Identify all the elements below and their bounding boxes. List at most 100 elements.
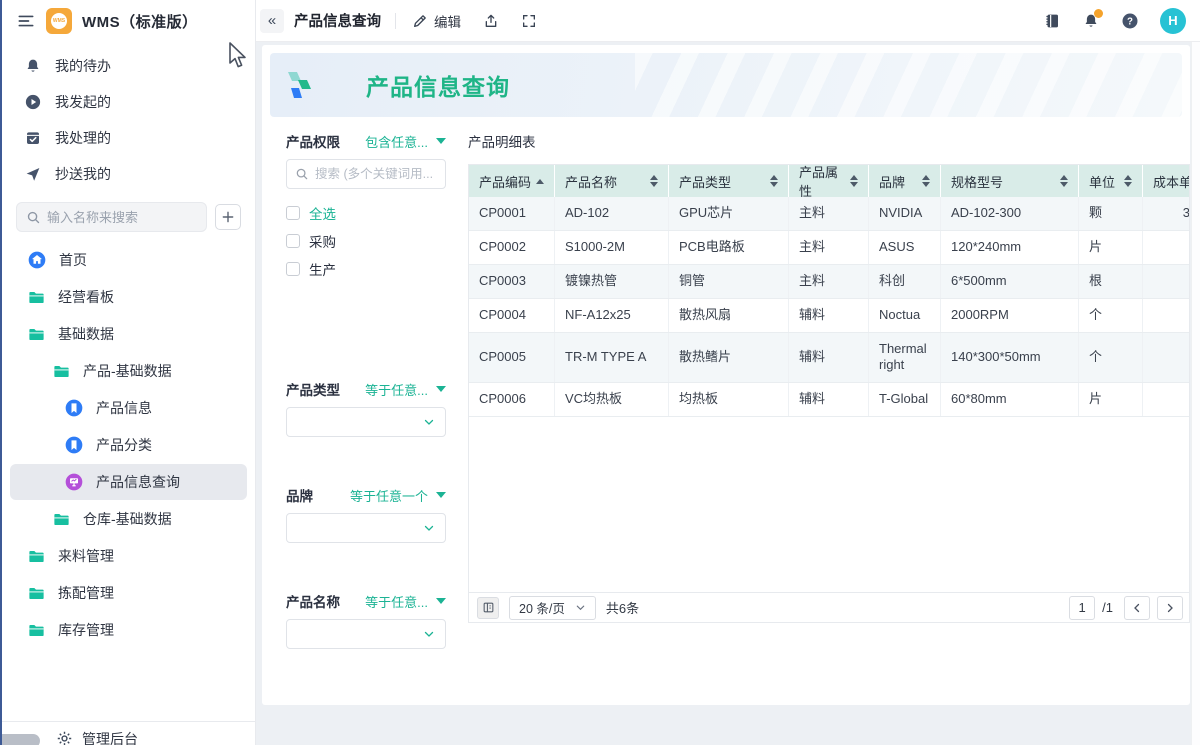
caret-down-icon	[436, 598, 446, 604]
prev-page-button[interactable]	[1124, 595, 1150, 620]
sidebar-workflow-item-1[interactable]: 我发起的	[2, 84, 255, 120]
filter-select[interactable]	[286, 407, 446, 437]
filter-operator-dropdown[interactable]: 等于任意...	[365, 592, 446, 611]
sidebar-nav-item-6[interactable]: 产品信息查询	[10, 464, 247, 500]
table-row-2[interactable]: CP0003 镀镍热管 铜管 主料 科创 6*500mm 根	[469, 264, 1189, 299]
next-page-button[interactable]	[1157, 595, 1183, 620]
workflow-list: 我的待办我发起的我处理的抄送我的	[2, 42, 255, 194]
chevron-down-icon	[423, 522, 435, 534]
checkbox[interactable]	[286, 262, 300, 276]
checkbox[interactable]	[286, 234, 300, 248]
avatar[interactable]: H	[1160, 7, 1186, 34]
nav-item-label: 产品信息	[96, 400, 152, 416]
sidebar-nav-item-3[interactable]: 产品-基础数据	[10, 353, 247, 389]
filter-section-3: 产品名称 等于任意...	[286, 591, 446, 649]
caret-down-icon	[436, 138, 446, 144]
fullscreen-button[interactable]	[521, 13, 537, 29]
filter-select[interactable]	[286, 619, 446, 649]
table-cell: 片	[1079, 230, 1143, 264]
edit-button[interactable]: 编辑	[412, 11, 461, 31]
sort-icon[interactable]	[1124, 175, 1132, 187]
column-settings-button[interactable]	[477, 596, 499, 619]
sidebar-nav-item-9[interactable]: 拣配管理	[10, 575, 247, 611]
sidebar-footer[interactable]: 管理后台	[2, 721, 255, 745]
table-cell: 片	[1079, 383, 1143, 417]
column-header-7[interactable]: 成本单价	[1143, 165, 1189, 197]
sidebar-nav-item-1[interactable]: 经营看板	[10, 279, 247, 315]
filter-search-input[interactable]	[315, 167, 437, 181]
workflow-item-label: 抄送我的	[55, 166, 111, 182]
table-row-4[interactable]: CP0005 TR-M TYPE A 散热鳍片 辅料 Thermalright 140*3…	[469, 332, 1189, 384]
scrollbar-track[interactable]	[1191, 42, 1200, 745]
filter-select[interactable]	[286, 513, 446, 543]
table-cell	[1143, 265, 1189, 298]
column-header-0[interactable]: 产品编码	[469, 165, 555, 197]
sidebar-workflow-item-3[interactable]: 抄送我的	[2, 156, 255, 192]
sort-icon[interactable]	[1060, 175, 1068, 187]
sidebar-nav-item-4[interactable]: 产品信息	[10, 390, 247, 426]
sidebar-nav-item-2[interactable]: 基础数据	[10, 316, 247, 352]
search-icon	[295, 167, 309, 181]
table-row-5[interactable]: CP0006 VC均热板 均热板 辅料 T-Global 60*80mm 片	[469, 383, 1189, 418]
expand-icon	[521, 13, 537, 29]
table-cell: 根	[1079, 264, 1143, 298]
filter-search-box[interactable]	[286, 159, 446, 189]
filter-head: 品牌 等于任意一个	[286, 485, 446, 505]
column-header-1[interactable]: 产品名称	[555, 165, 669, 197]
help-icon[interactable]: ?	[1121, 12, 1139, 30]
workflow-item-label: 我发起的	[55, 94, 111, 110]
notification-button[interactable]	[1082, 8, 1103, 30]
table-row-3[interactable]: CP0004 NF-A12x25 散热风扇 辅料 Noctua 2000RPM 个	[469, 298, 1189, 333]
sort-icon[interactable]	[770, 175, 778, 187]
sort-icon[interactable]	[650, 175, 658, 187]
filter-operator-dropdown[interactable]: 等于任意...	[365, 380, 446, 399]
checkbox[interactable]	[286, 206, 300, 220]
folder-icon	[27, 288, 46, 307]
checkbox-option-0[interactable]: 全选	[286, 199, 446, 227]
sidebar-workflow-item-0[interactable]: 我的待办	[2, 48, 255, 84]
column-header-2[interactable]: 产品类型	[669, 165, 789, 197]
filter-label: 产品类型	[286, 383, 340, 398]
column-header-3[interactable]: 产品属性	[789, 165, 869, 199]
app-logo-icon: WMS	[46, 8, 72, 34]
table-row-1[interactable]: CP0002 S1000-2M PCB电路板 主料 ASUS 120*240mm 片	[469, 230, 1189, 265]
add-button[interactable]	[215, 204, 241, 230]
sidebar-nav-item-8[interactable]: 来料管理	[10, 538, 247, 574]
checkbox-option-1[interactable]: 采购	[286, 227, 446, 255]
sort-icon[interactable]	[850, 175, 858, 187]
sidebar-search-input[interactable]	[47, 209, 197, 225]
filter-operator-dropdown[interactable]: 包含任意...	[365, 132, 446, 151]
collapse-icon[interactable]: «	[260, 8, 284, 33]
table-cell: Thermalright	[869, 332, 941, 383]
filter-label: 品牌	[286, 489, 313, 504]
filter-operator-dropdown[interactable]: 等于任意一个	[350, 486, 446, 505]
sidebar-nav-item-5[interactable]: 产品分类	[10, 427, 247, 463]
column-header-label: 品牌	[879, 174, 906, 190]
docs-book-icon[interactable]	[1043, 12, 1061, 30]
table-cell: AD-102	[555, 197, 669, 230]
folder-icon	[27, 325, 46, 344]
table-cell: 个	[1079, 332, 1143, 383]
table-cell: 主料	[789, 264, 869, 298]
share-button[interactable]	[483, 13, 499, 29]
sort-icon[interactable]	[922, 175, 930, 187]
sidebar-nav-item-0[interactable]: 首页	[10, 242, 247, 278]
column-header-4[interactable]: 品牌	[869, 165, 941, 197]
checkbox-option-2[interactable]: 生产	[286, 255, 446, 283]
sidebar-nav-item-7[interactable]: 仓库-基础数据	[10, 501, 247, 537]
sidebar-search-box[interactable]	[16, 202, 207, 232]
sidebar-workflow-item-2[interactable]: 我处理的	[2, 120, 255, 156]
topbar: « 产品信息查询 编辑 ? H	[256, 0, 1200, 42]
workflow-item-label: 我的待办	[55, 58, 111, 74]
filter-operator-label: 等于任意...	[365, 594, 428, 610]
menu-icon[interactable]	[16, 11, 36, 31]
column-header-6[interactable]: 单位	[1079, 165, 1143, 197]
nav-item-label: 库存管理	[58, 622, 114, 638]
column-header-label: 产品类型	[679, 174, 732, 190]
sidebar-nav-item-10[interactable]: 库存管理	[10, 612, 247, 648]
sort-asc-icon[interactable]	[536, 178, 544, 184]
table-row-0[interactable]: CP0001 AD-102 GPU芯片 主料 NVIDIA AD-102-300 颗 3	[469, 197, 1189, 231]
page-size-select[interactable]: 20 条/页	[509, 595, 596, 620]
page-number-input[interactable]	[1069, 595, 1096, 620]
column-header-5[interactable]: 规格型号	[941, 165, 1079, 197]
